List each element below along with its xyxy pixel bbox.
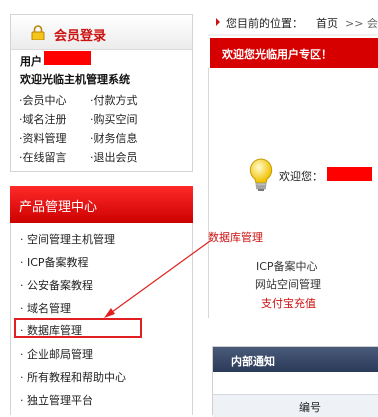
notice-table-header: 编号 xyxy=(213,394,378,417)
breadcrumb-home[interactable]: 首页 xyxy=(316,15,338,31)
database-annotation-label: 数据库管理 xyxy=(208,231,263,244)
link-space-manage[interactable]: 网站空间管理 xyxy=(255,276,321,292)
database-highlight-box xyxy=(14,318,142,338)
redacted-greeting-name xyxy=(327,167,372,181)
link-member-center[interactable]: ·会员中心 xyxy=(19,92,67,108)
menu-item-domain-manage[interactable]: · 域名管理 xyxy=(20,300,71,316)
welcome-banner-text: 欢迎您光临用户专区！ xyxy=(222,48,332,61)
link-payment-methods[interactable]: ·付款方式 xyxy=(90,92,138,108)
link-online-message[interactable]: ·在线留言 xyxy=(19,149,67,165)
redacted-username xyxy=(44,51,91,65)
link-alipay-recharge[interactable]: 支付宝充值 xyxy=(261,295,316,311)
member-login-header: 会员登录 xyxy=(11,15,192,50)
menu-item-space-host[interactable]: · 空间管理主机管理 xyxy=(20,231,115,247)
menu-item-admin-platform[interactable]: · 独立管理平台 xyxy=(20,392,93,408)
menu-item-icp-tutorial[interactable]: · ICP备案教程 xyxy=(20,254,89,270)
member-login-panel: 会员登录 用户 欢迎光临主机管理系统 ·会员中心 ·付款方式 ·域名注册 ·购买… xyxy=(10,14,193,172)
link-finance-info[interactable]: ·财务信息 xyxy=(90,130,138,146)
internal-notice-panel: 内部通知 编号 xyxy=(212,346,378,417)
product-management-header: 产品管理中心 xyxy=(10,186,193,223)
link-logout[interactable]: ·退出会员 xyxy=(90,149,138,165)
link-domain-register[interactable]: ·域名注册 xyxy=(19,111,67,127)
lock-icon xyxy=(31,25,45,40)
internal-notice-title: 内部通知 xyxy=(231,355,275,368)
welcome-banner: 欢迎您光临用户专区！ xyxy=(210,38,378,68)
internal-notice-header: 内部通知 xyxy=(213,347,378,372)
menu-item-help-center[interactable]: · 所有教程和帮助中心 xyxy=(20,369,126,385)
lightbulb-icon xyxy=(249,158,273,191)
menu-item-police-tutorial[interactable]: · 公安备案教程 xyxy=(20,277,93,293)
divider xyxy=(208,34,378,36)
link-buy-space[interactable]: ·购买空间 xyxy=(90,111,138,127)
breadcrumb-bullet-icon xyxy=(216,18,220,26)
link-icp-center[interactable]: ICP备案中心 xyxy=(256,258,318,274)
product-management-title: 产品管理中心 xyxy=(19,200,98,215)
welcome-message: 欢迎光临主机管理系统 xyxy=(20,73,130,86)
user-label: 用户 xyxy=(20,55,42,68)
column-header-number: 编号 xyxy=(299,401,321,414)
link-profile-manage[interactable]: ·资料管理 xyxy=(19,130,67,146)
member-login-title: 会员登录 xyxy=(54,29,107,44)
breadcrumb-prefix: 您目前的位置： xyxy=(226,17,303,30)
greeting-label: 欢迎您： xyxy=(279,170,323,183)
product-management-panel: 产品管理中心 · 空间管理主机管理 · ICP备案教程 · 公安备案教程 · 域… xyxy=(10,186,193,415)
breadcrumb-separator: >> 会 xyxy=(345,17,378,30)
menu-item-mail-manage[interactable]: · 企业邮局管理 xyxy=(20,346,93,362)
